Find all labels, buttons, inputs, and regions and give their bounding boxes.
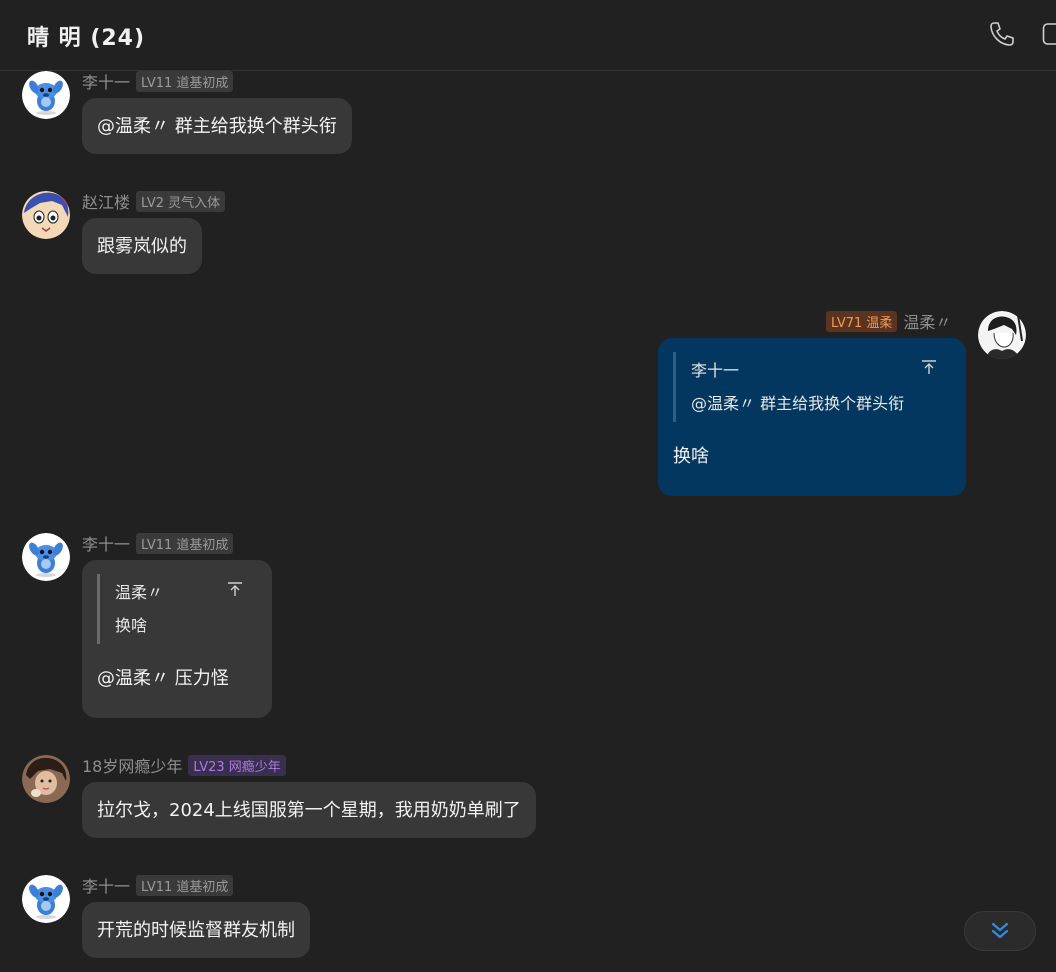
sender-name[interactable]: 李十一	[82, 531, 130, 555]
quoted-message[interactable]: 李十一 @温柔〃 群主给我换个群头衔	[673, 352, 951, 422]
scroll-to-bottom-button[interactable]	[964, 911, 1036, 951]
chat-title: 晴 明 (24)	[27, 26, 146, 51]
message-text: 换啥	[673, 446, 709, 467]
message-meta: 李十一 LV11 道基初成	[82, 69, 234, 93]
jump-to-quote-icon[interactable]	[226, 576, 244, 609]
message-meta: 李十一 LV11 道基初成	[82, 531, 234, 555]
phone-icon[interactable]	[988, 20, 1016, 52]
chat-header: 晴 明 (24)	[0, 0, 1056, 71]
stitch-avatar-image	[22, 875, 70, 923]
avatar[interactable]	[22, 71, 70, 119]
avatar[interactable]	[22, 533, 70, 581]
level-badge: LV11 道基初成	[136, 70, 234, 92]
message-bubble[interactable]: 李十一 @温柔〃 群主给我换个群头衔 换啥	[658, 338, 966, 496]
message-bubble[interactable]: 跟雾岚似的	[82, 218, 202, 274]
level-badge: LV11 道基初成	[136, 532, 234, 554]
quoted-text: 换啥	[115, 616, 148, 635]
level-badge: LV2 灵气入体	[136, 190, 226, 212]
double-chevron-down-icon	[991, 922, 1009, 939]
message-text: @温柔〃 群主给我换个群头衔	[97, 116, 337, 137]
level-badge: LV71 温柔	[826, 310, 898, 332]
message-meta: 18岁网瘾少年 LV23 网瘾少年	[82, 754, 286, 776]
message-text: 开荒的时候监督群友机制	[97, 920, 295, 941]
sender-name[interactable]: 李十一	[82, 873, 130, 897]
message-text: 跟雾岚似的	[97, 236, 187, 257]
avatar[interactable]	[22, 755, 70, 803]
quoted-message[interactable]: 温柔〃 换啥	[97, 574, 257, 644]
quoted-sender: 李十一	[691, 361, 740, 380]
sender-name[interactable]: 赵江楼	[82, 189, 130, 213]
message-text: @温柔〃 压力怪	[97, 668, 229, 689]
message-bubble[interactable]: 温柔〃 换啥 @温柔〃 压力怪	[82, 560, 272, 718]
message-meta: 赵江楼 LV2 灵气入体	[82, 189, 226, 213]
avatar[interactable]	[978, 311, 1026, 359]
message-bubble[interactable]: @温柔〃 群主给我换个群头衔	[82, 98, 352, 154]
anime-avatar-image	[22, 191, 70, 239]
photo-avatar-image	[22, 755, 70, 803]
sender-name[interactable]: 温柔〃	[903, 309, 951, 333]
level-badge: LV11 道基初成	[136, 874, 234, 896]
message-bubble[interactable]: 拉尔戈，2024上线国服第一个星期，我用奶奶单刷了	[82, 782, 536, 838]
level-badge: LV23 网瘾少年	[188, 754, 286, 776]
sender-name[interactable]: 李十一	[82, 69, 130, 93]
avatar[interactable]	[22, 191, 70, 239]
jump-to-quote-icon[interactable]	[920, 354, 938, 387]
avatar[interactable]	[22, 875, 70, 923]
stitch-avatar-image	[22, 71, 70, 119]
sender-name[interactable]: 18岁网瘾少年	[82, 753, 182, 777]
message-bubble[interactable]: 开荒的时候监督群友机制	[82, 902, 310, 958]
stitch-avatar-image	[22, 533, 70, 581]
sketch-avatar-image	[978, 311, 1026, 359]
message-meta: LV71 温柔 温柔〃	[826, 310, 951, 332]
message-meta: 李十一 LV11 道基初成	[82, 873, 234, 897]
message-text: 拉尔戈，2024上线国服第一个星期，我用奶奶单刷了	[97, 800, 521, 821]
quoted-text: @温柔〃 群主给我换个群头衔	[691, 394, 905, 413]
window-icon[interactable]	[1042, 20, 1056, 52]
